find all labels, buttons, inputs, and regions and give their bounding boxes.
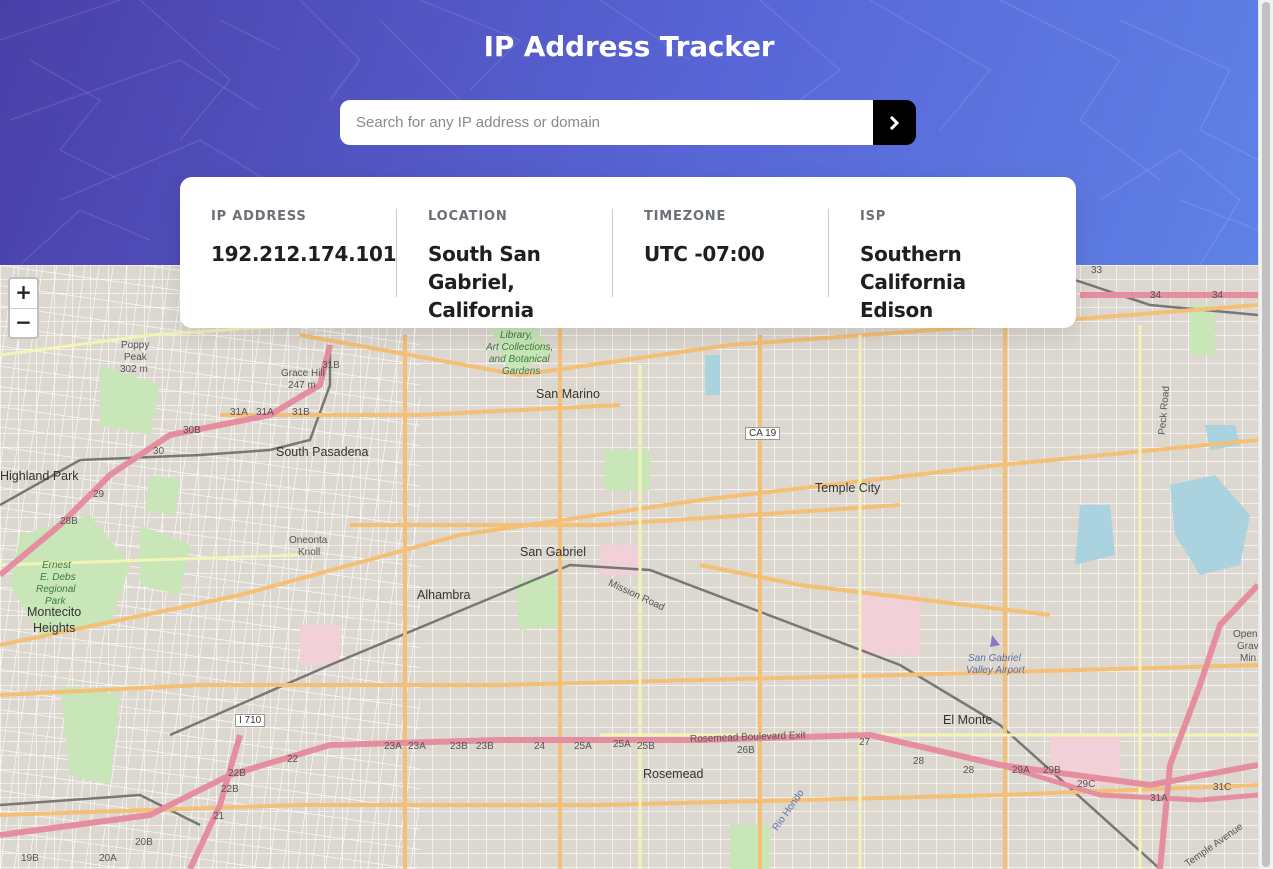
- location-section: LOCATION South San Gabriel, California: [396, 209, 612, 322]
- map-label-open-grave-line3: Min: [1240, 653, 1257, 664]
- vertical-scrollbar[interactable]: [1258, 0, 1273, 869]
- exit-label: 30B: [183, 425, 201, 436]
- map-tiles: [0, 265, 1258, 869]
- map-label-library-line2: Art Collections,: [486, 342, 554, 353]
- map-label-poppy-peak-line2: Peak: [124, 352, 147, 363]
- map-label-open-grave-line1: Open: [1233, 629, 1258, 640]
- exit-label: 29: [93, 489, 105, 500]
- exit-label: 23B: [476, 741, 494, 752]
- exit-label: 24: [534, 741, 546, 752]
- zoom-in-button[interactable]: +: [10, 279, 37, 308]
- map[interactable]: San Marino South Pasadena Highland Park …: [0, 265, 1258, 869]
- map-label-temple-city: Temple City: [815, 481, 881, 495]
- search-submit-button[interactable]: [873, 100, 916, 145]
- exit-label: 28: [913, 756, 925, 767]
- map-label-grace-hill-line2: 247 m: [288, 380, 316, 391]
- exit-label: 28: [963, 765, 975, 776]
- map-zoom-control: + −: [8, 277, 39, 339]
- exit-label: 23A: [408, 741, 426, 752]
- exit-label: 31C: [1213, 782, 1232, 793]
- exit-label: 29A: [1012, 765, 1030, 776]
- ip-address-label: IP ADDRESS: [211, 209, 307, 224]
- map-label-poppy-peak-line3: 302 m: [120, 364, 148, 375]
- exit-label: 21: [213, 811, 225, 822]
- exit-label: 20A: [99, 853, 117, 864]
- exit-label: 34: [1212, 290, 1224, 301]
- exit-label: 31B: [292, 407, 310, 418]
- exit-label: 30: [153, 446, 165, 457]
- search-input[interactable]: [340, 100, 873, 145]
- map-label-san-marino: San Marino: [536, 387, 600, 401]
- exit-label: 34: [1150, 290, 1162, 301]
- isp-section: ISP Southern California Edison: [828, 209, 1044, 322]
- location-label: LOCATION: [428, 209, 508, 224]
- map-label-ernest-line3: Regional: [36, 584, 76, 595]
- scrollbar-thumb[interactable]: [1262, 2, 1270, 867]
- page: IP Address Tracker IP ADDRESS 192.212.17…: [0, 0, 1273, 869]
- exit-label: 26B: [737, 745, 755, 756]
- exit-label: 28B: [60, 516, 78, 527]
- map-label-san-gabriel: San Gabriel: [520, 545, 587, 559]
- chevron-right-icon: [889, 115, 900, 130]
- exit-label: 22: [287, 754, 299, 765]
- timezone-section: TIMEZONE UTC -07:00: [612, 209, 828, 297]
- exit-label: 25B: [637, 741, 655, 752]
- location-value: South San Gabriel, California: [428, 242, 541, 322]
- map-label-ernest-line1: Ernest: [42, 560, 71, 571]
- info-card: IP ADDRESS 192.212.174.101 LOCATION Sout…: [180, 177, 1076, 328]
- exit-label: 31A: [230, 407, 248, 418]
- map-label-library-line1: Library,: [500, 330, 533, 341]
- exit-label: 27: [859, 737, 871, 748]
- map-label-library-line4: Gardens: [502, 366, 541, 377]
- exit-label: 25A: [574, 741, 592, 752]
- map-label-rosemead: Rosemead: [643, 767, 704, 781]
- map-label-el-monte: El Monte: [943, 713, 993, 727]
- map-label-highland-park: Highland Park: [0, 469, 79, 483]
- map-label-ernest-line4: Park: [45, 596, 66, 607]
- map-label-ernest-line2: E. Debs: [40, 572, 76, 583]
- exit-label: 31A: [256, 407, 274, 418]
- exit-label: 31B: [322, 360, 340, 371]
- exit-label: 19B: [21, 853, 39, 864]
- ip-address-section: IP ADDRESS 192.212.174.101: [180, 209, 397, 328]
- page-title: IP Address Tracker: [483, 30, 775, 63]
- exit-label: 29C: [1077, 779, 1096, 790]
- exit-label: 22B: [228, 768, 246, 779]
- ip-address-value: 192.212.174.101: [211, 242, 397, 266]
- exit-label: 20B: [135, 837, 153, 848]
- route-shield-i710: I 710: [235, 714, 266, 727]
- map-label-poppy-peak-line1: Poppy: [121, 340, 150, 351]
- isp-label: ISP: [860, 209, 887, 224]
- exit-label: 29B: [1043, 765, 1061, 776]
- isp-value: Southern California Edison: [860, 242, 966, 322]
- exit-label: 31A: [1150, 793, 1168, 804]
- map-label-open-grave-line2: Grav: [1237, 641, 1258, 652]
- map-label-montecito-heights-line1: Montecito: [27, 605, 82, 619]
- map-label-airport-line1: San Gabriel: [968, 653, 1021, 664]
- route-shield-ca19: CA 19: [745, 427, 781, 440]
- exit-label: 23A: [384, 741, 402, 752]
- map-label-south-pasadena: South Pasadena: [276, 445, 369, 459]
- map-label-library-line3: and Botanical: [489, 354, 550, 365]
- exit-label: 22B: [221, 784, 239, 795]
- map-label-grace-hill-line1: Grace Hill: [281, 368, 325, 379]
- exit-label: 25A: [613, 739, 631, 750]
- search-bar: [340, 100, 916, 145]
- timezone-value: UTC -07:00: [644, 242, 765, 266]
- zoom-out-button[interactable]: −: [10, 308, 37, 337]
- map-label-alhambra: Alhambra: [417, 588, 471, 602]
- timezone-label: TIMEZONE: [644, 209, 727, 224]
- map-label-airport-line2: Valley Airport: [966, 665, 1025, 676]
- map-label-montecito-heights-line2: Heights: [33, 621, 76, 635]
- exit-label: 23B: [450, 741, 468, 752]
- exit-label: 33: [1091, 265, 1103, 276]
- map-label-oneonta-line1: Oneonta: [289, 535, 328, 546]
- map-label-oneonta-line2: Knoll: [298, 547, 321, 558]
